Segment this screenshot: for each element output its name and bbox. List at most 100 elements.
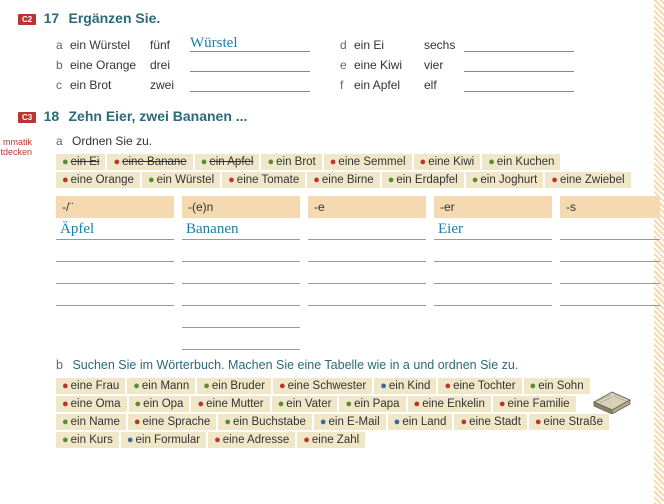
word-chip: ●ein Joghurt	[466, 172, 544, 188]
text-cell: c	[56, 78, 70, 92]
table-cell[interactable]	[434, 288, 552, 306]
word-box-a: ●ein Ei●eine Banane●ein Apfel●ein Brot●e…	[56, 154, 640, 188]
word-chip: ●ein Name	[56, 414, 126, 430]
table-cell[interactable]	[560, 266, 660, 284]
fill-blank[interactable]: Würstel	[190, 36, 310, 52]
ex18-title: Zehn Eier, zwei Bananen ...	[69, 108, 248, 124]
plural-column: -er Eier	[434, 196, 552, 350]
ex18b-letter: b	[56, 358, 63, 372]
word-chip: ●eine Birne	[307, 172, 379, 188]
word-chip: ●ein Sohn	[524, 378, 590, 394]
text-cell: zwei	[150, 78, 190, 92]
ex18b-instruction: Suchen Sie im Wörterbuch. Machen Sie ein…	[72, 358, 518, 372]
column-header: -(e)n	[182, 196, 300, 218]
fill-blank[interactable]	[464, 76, 574, 92]
text-cell: eine Orange	[70, 58, 150, 72]
word-chip: ●eine Kiwi	[414, 154, 481, 170]
word-chip: ●ein Kurs	[56, 432, 119, 448]
ex17-grid: aein WürstelfünfWürsteldein Eisechsbeine…	[56, 36, 640, 92]
word-chip: ●eine Tochter	[438, 378, 521, 394]
word-chip: ●ein Brot	[261, 154, 321, 170]
table-cell[interactable]: Bananen	[182, 222, 300, 240]
word-chip: ●ein Ei	[56, 154, 105, 170]
table-cell[interactable]	[56, 266, 174, 284]
table-cell[interactable]	[182, 310, 300, 328]
word-chip: ●ein Kuchen	[482, 154, 560, 170]
text-cell: ein Würstel	[70, 38, 150, 52]
word-chip: ●eine Familie	[493, 396, 576, 412]
plural-column: -/¨ Äpfel	[56, 196, 174, 350]
text-cell: eine Kiwi	[354, 58, 424, 72]
word-chip: ●eine Tomate	[222, 172, 305, 188]
table-cell[interactable]	[182, 288, 300, 306]
word-chip: ●ein Buchstabe	[218, 414, 312, 430]
word-chip: ●eine Zwiebel	[545, 172, 630, 188]
word-chip: ●ein Apfel	[195, 154, 260, 170]
ex18a-letter: a	[56, 134, 63, 148]
table-cell[interactable]	[308, 288, 426, 306]
table-cell[interactable]	[182, 244, 300, 262]
word-chip: ●ein Würstel	[142, 172, 220, 188]
word-chip: ●ein Papa	[339, 396, 405, 412]
fill-blank[interactable]	[464, 36, 574, 52]
word-box-b: ●eine Frau●ein Mann●ein Bruder●eine Schw…	[56, 378, 640, 448]
column-header: -e	[308, 196, 426, 218]
word-chip: ●eine Stadt	[454, 414, 526, 430]
table-cell[interactable]	[560, 288, 660, 306]
table-cell[interactable]	[56, 288, 174, 306]
table-cell[interactable]: Äpfel	[56, 222, 174, 240]
word-chip: ●eine Sprache	[128, 414, 216, 430]
plural-column: -e	[308, 196, 426, 350]
word-chip: ●ein Erdapfel	[382, 172, 464, 188]
exercise-18: mmatiktdecken C3 18 Zehn Eier, zwei Bana…	[18, 108, 640, 448]
plural-column: -(e)n Bananen	[182, 196, 300, 350]
table-cell[interactable]: Eier	[434, 222, 552, 240]
table-cell[interactable]	[434, 244, 552, 262]
table-cell[interactable]	[434, 266, 552, 284]
word-chip: ●ein Opa	[129, 396, 190, 412]
badge-c3: C3	[18, 112, 36, 123]
text-cell: b	[56, 58, 70, 72]
table-cell[interactable]	[560, 244, 660, 262]
word-chip: ●ein Kind	[374, 378, 436, 394]
text-cell: fünf	[150, 38, 190, 52]
badge-c2: C2	[18, 14, 36, 25]
ex18-number: 18	[44, 108, 60, 124]
table-cell[interactable]	[560, 222, 660, 240]
word-chip: ●eine Mutter	[191, 396, 269, 412]
text-cell: a	[56, 38, 70, 52]
table-cell[interactable]	[182, 332, 300, 350]
dictionary-icon	[590, 380, 634, 414]
column-header: -/¨	[56, 196, 174, 218]
text-cell: d	[340, 38, 354, 52]
exercise-17: C2 17 Ergänzen Sie. aein WürstelfünfWürs…	[18, 10, 640, 92]
fill-blank[interactable]	[190, 56, 310, 72]
fill-blank[interactable]	[190, 76, 310, 92]
word-chip: ●eine Adresse	[208, 432, 295, 448]
text-cell: ein Apfel	[354, 78, 424, 92]
table-cell[interactable]	[308, 244, 426, 262]
column-header: -er	[434, 196, 552, 218]
plural-table: -/¨Äpfel-(e)nBananen-e-erEier-s	[56, 196, 640, 350]
grammar-side-label: mmatiktdecken	[0, 137, 32, 157]
ex17-number: 17	[44, 10, 60, 26]
ex18a-instruction: Ordnen Sie zu.	[72, 134, 152, 148]
word-chip: ●ein Land	[388, 414, 453, 430]
table-cell[interactable]	[308, 266, 426, 284]
fill-blank[interactable]	[464, 56, 574, 72]
word-chip: ●eine Orange	[56, 172, 140, 188]
word-chip: ●ein Mann	[127, 378, 195, 394]
column-header: -s	[560, 196, 660, 218]
text-cell: ein Ei	[354, 38, 424, 52]
table-cell[interactable]	[182, 266, 300, 284]
text-cell: elf	[424, 78, 464, 92]
text-cell: e	[340, 58, 354, 72]
word-chip: ●eine Enkelin	[408, 396, 491, 412]
table-cell[interactable]	[56, 244, 174, 262]
word-chip: ●eine Frau	[56, 378, 125, 394]
word-chip: ●ein Formular	[121, 432, 206, 448]
table-cell[interactable]	[308, 222, 426, 240]
word-chip: ●eine Schwester	[273, 378, 372, 394]
word-chip: ●ein Vater	[272, 396, 338, 412]
plural-column: -s	[560, 196, 660, 350]
